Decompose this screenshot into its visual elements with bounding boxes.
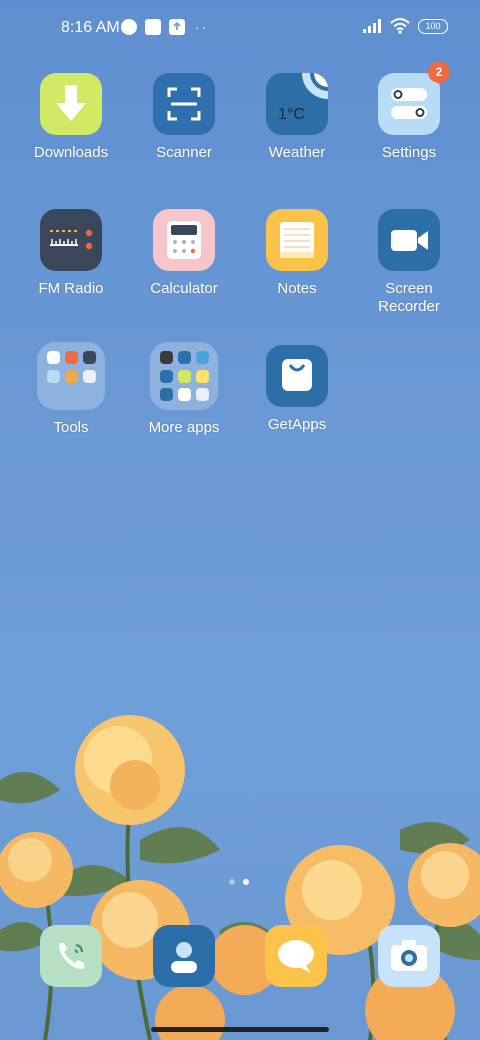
mini-app-icon [178, 388, 191, 401]
more-notifications-icon: ·· [195, 19, 209, 35]
mini-app-icon [196, 351, 209, 364]
app-label: Calculator [150, 280, 218, 297]
calculator-icon [153, 209, 215, 271]
settings-icon [378, 73, 440, 135]
app-screen-recorder[interactable]: Screen Recorder [354, 209, 464, 316]
mini-app-icon [196, 370, 209, 383]
wifi-icon [390, 18, 410, 34]
weather-icon: 1°C [266, 73, 328, 135]
app-downloads[interactable]: Downloads [16, 73, 126, 162]
signal-icon [363, 19, 381, 33]
mini-app-icon [160, 370, 173, 383]
fm-radio-icon [40, 209, 102, 271]
page-dot-active[interactable] [243, 879, 249, 885]
scanner-icon [153, 73, 215, 135]
mini-app-icon [160, 351, 173, 364]
weather-temp: 1°C [278, 106, 305, 123]
mini-app-icon [47, 351, 60, 364]
mini-app-icon [65, 370, 78, 383]
status-bar: 8:16 AM ·· 100 [0, 0, 480, 56]
camera-icon[interactable] [378, 925, 440, 987]
mini-app-icon [65, 351, 78, 364]
notification-app-icon [121, 19, 137, 35]
notification-icons: ·· [121, 19, 208, 35]
tools-folder-icon [37, 342, 105, 410]
mini-app-icon [178, 370, 191, 383]
app-label: Screen Recorder [378, 280, 440, 315]
notification-square-icon [145, 19, 161, 35]
messages-icon[interactable] [265, 925, 327, 987]
app-fm-radio[interactable]: FM Radio [16, 209, 126, 298]
mini-app-icon [196, 388, 209, 401]
phone-icon[interactable] [40, 925, 102, 987]
app-label: Downloads [33, 144, 109, 161]
notification-badge: 2 [428, 61, 450, 83]
app-label: Weather [268, 144, 326, 161]
app-label: Settings [381, 144, 437, 161]
mini-app-icon [160, 388, 173, 401]
folder-tools[interactable]: Tools [16, 342, 126, 437]
folder-more-apps[interactable]: More apps [129, 342, 239, 437]
app-label: Scanner [156, 144, 212, 161]
mini-app-icon [178, 351, 191, 364]
app-label: GetApps [267, 416, 327, 433]
screen-recorder-icon [378, 209, 440, 271]
mini-app-icon [47, 370, 60, 383]
downloads-icon [40, 73, 102, 135]
page-indicator[interactable] [229, 879, 249, 885]
mini-app-icon [83, 370, 96, 383]
getapps-icon [266, 345, 328, 407]
app-calculator[interactable]: Calculator [129, 209, 239, 298]
status-time: 8:16 AM [61, 19, 120, 36]
app-label: Tools [53, 419, 89, 436]
wallpaper-flowers [0, 715, 480, 1040]
app-label: Notes [277, 280, 317, 297]
upload-notification-icon [169, 19, 185, 35]
page-dot[interactable] [229, 879, 235, 885]
contacts-icon[interactable] [153, 925, 215, 987]
app-notes[interactable]: Notes [242, 209, 352, 298]
app-label: More apps [148, 419, 220, 436]
more-apps-folder-icon [150, 342, 218, 410]
app-label: FM Radio [38, 280, 104, 297]
app-scanner[interactable]: Scanner [129, 73, 239, 162]
gesture-navigation-bar[interactable] [151, 1027, 329, 1032]
battery-indicator: 100 [418, 18, 448, 34]
mini-app-icon [83, 351, 96, 364]
app-getapps[interactable]: GetApps [242, 345, 352, 434]
app-settings[interactable]: 2 Settings [354, 61, 464, 162]
app-weather[interactable]: 1°C Weather [242, 73, 352, 162]
notes-icon [266, 209, 328, 271]
